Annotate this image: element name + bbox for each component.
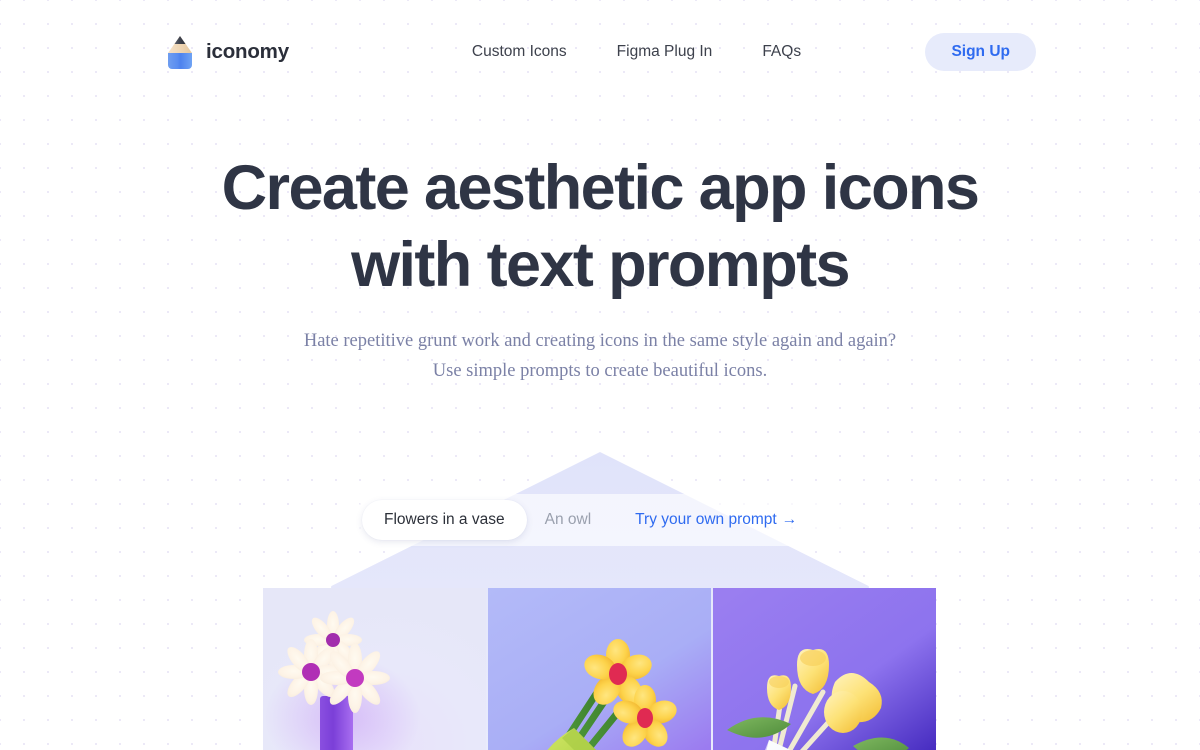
- prompt-option-an-owl[interactable]: An owl: [527, 500, 610, 540]
- hero-section: Create aesthetic app icons with text pro…: [0, 150, 1200, 386]
- hero-title-line-1: Create aesthetic app icons: [221, 153, 980, 223]
- nav-item-custom-icons[interactable]: Custom Icons: [472, 43, 567, 61]
- brand-name: iconomy: [206, 40, 289, 63]
- main-nav: Custom Icons Figma Plug In FAQs: [472, 43, 801, 61]
- sign-up-button[interactable]: Sign Up: [925, 33, 1036, 71]
- try-your-own-prompt-link[interactable]: Try your own prompt →: [635, 511, 797, 529]
- brand-logo-link[interactable]: iconomy: [165, 34, 289, 70]
- generated-icon-results: [263, 588, 936, 750]
- hero-subtitle-line-1: Hate repetitive grunt work and creating …: [303, 331, 897, 351]
- pencil-icon: [165, 34, 195, 70]
- hero-subtitle: Hate repetitive grunt work and creating …: [0, 326, 1200, 386]
- page-title: Create aesthetic app icons with text pro…: [0, 150, 1200, 304]
- nav-item-faqs[interactable]: FAQs: [762, 43, 801, 61]
- result-card[interactable]: [263, 588, 486, 750]
- result-card[interactable]: [488, 588, 711, 750]
- try-your-own-prompt-label: Try your own prompt: [635, 511, 777, 528]
- nav-item-figma-plug-in[interactable]: Figma Plug In: [617, 43, 713, 61]
- prompt-switcher: Flowers in a vase An owl Try your own pr…: [354, 494, 846, 546]
- site-header: iconomy Custom Icons Figma Plug In FAQs …: [0, 0, 1200, 104]
- hero-title-line-2: with text prompts: [351, 230, 850, 300]
- result-card[interactable]: [713, 588, 936, 750]
- prompt-option-flowers-in-a-vase[interactable]: Flowers in a vase: [362, 500, 527, 540]
- hero-subtitle-line-2: Use simple prompts to create beautiful i…: [432, 361, 768, 381]
- arrow-right-icon: →: [781, 511, 798, 528]
